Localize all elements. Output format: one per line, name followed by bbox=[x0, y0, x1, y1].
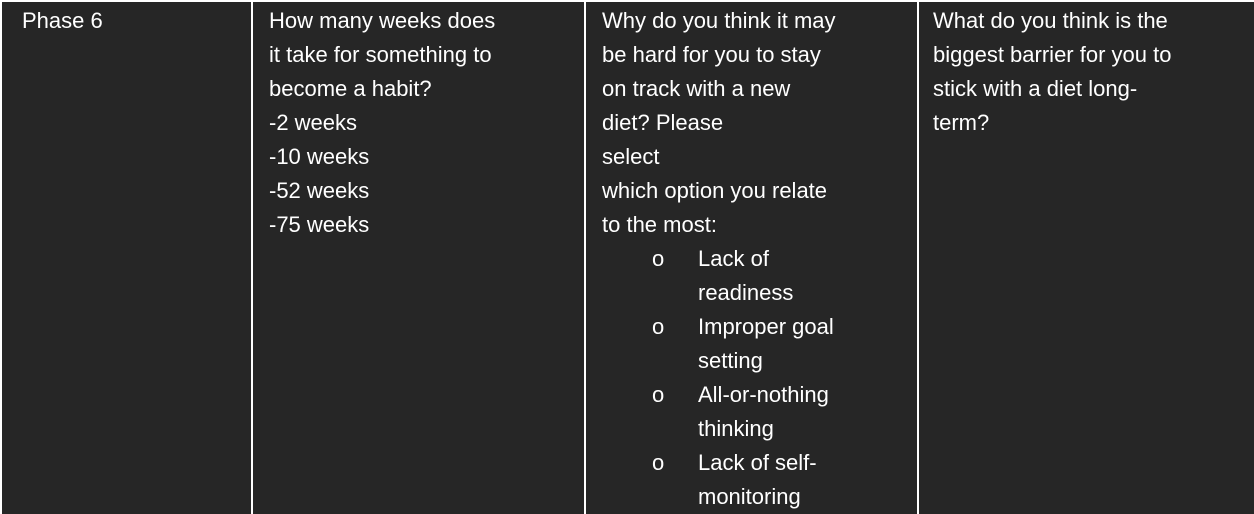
option-list: o Lack of readiness o Improper goal sett… bbox=[602, 242, 907, 514]
question-line: to the most: bbox=[602, 212, 717, 237]
phase-table: Phase 6 How many weeks does it take for … bbox=[0, 0, 1254, 514]
phase-cell: Phase 6 bbox=[0, 0, 253, 514]
habit-question-cell: How many weeks does it take for somethin… bbox=[251, 0, 586, 514]
answer-option: -52 weeks bbox=[269, 178, 370, 203]
answer-option: -75 weeks bbox=[269, 212, 370, 237]
question-line: select bbox=[602, 144, 660, 169]
option-text: Lack of self- bbox=[698, 450, 817, 475]
barrier-question-cell: What do you think is the biggest barrier… bbox=[917, 0, 1254, 514]
question-line: on track with a new bbox=[602, 76, 791, 101]
list-item: o Lack of readiness bbox=[602, 242, 907, 310]
question-line: it take for something to bbox=[269, 42, 492, 67]
question-line: biggest barrier for you to bbox=[933, 42, 1172, 67]
bullet-icon: o bbox=[652, 382, 665, 407]
barrier-options-cell: Why do you think it may be hard for you … bbox=[584, 0, 919, 514]
bullet-icon: o bbox=[652, 314, 665, 339]
option-text: Improper goal bbox=[698, 314, 834, 339]
question-line: term? bbox=[933, 110, 990, 135]
question-line: which option you relate bbox=[602, 178, 828, 203]
option-text: monitoring bbox=[698, 484, 801, 509]
option-text: readiness bbox=[698, 280, 794, 305]
question-line: diet? Please bbox=[602, 110, 724, 135]
option-text: All-or-nothing bbox=[698, 382, 829, 407]
answer-option: -2 weeks bbox=[269, 110, 358, 135]
option-text: thinking bbox=[698, 416, 774, 441]
option-text: Lack of bbox=[698, 246, 769, 271]
option-text: setting bbox=[698, 348, 763, 373]
question-line: become a habit? bbox=[269, 76, 432, 101]
bullet-icon: o bbox=[652, 450, 665, 475]
bullet-icon: o bbox=[652, 246, 665, 271]
question-line: How many weeks does bbox=[269, 8, 496, 33]
list-item: o Improper goal setting bbox=[602, 310, 907, 378]
question-line: Why do you think it may bbox=[602, 8, 836, 33]
list-item: o All-or-nothing thinking bbox=[602, 378, 907, 446]
question-line: What do you think is the bbox=[933, 8, 1168, 33]
question-line: stick with a diet long- bbox=[933, 76, 1138, 101]
question-line: be hard for you to stay bbox=[602, 42, 821, 67]
answer-option: -10 weeks bbox=[269, 144, 370, 169]
table-row: Phase 6 How many weeks does it take for … bbox=[0, 0, 1254, 514]
phase-label: Phase 6 bbox=[22, 8, 103, 33]
list-item: o Lack of self- monitoring bbox=[602, 446, 907, 514]
